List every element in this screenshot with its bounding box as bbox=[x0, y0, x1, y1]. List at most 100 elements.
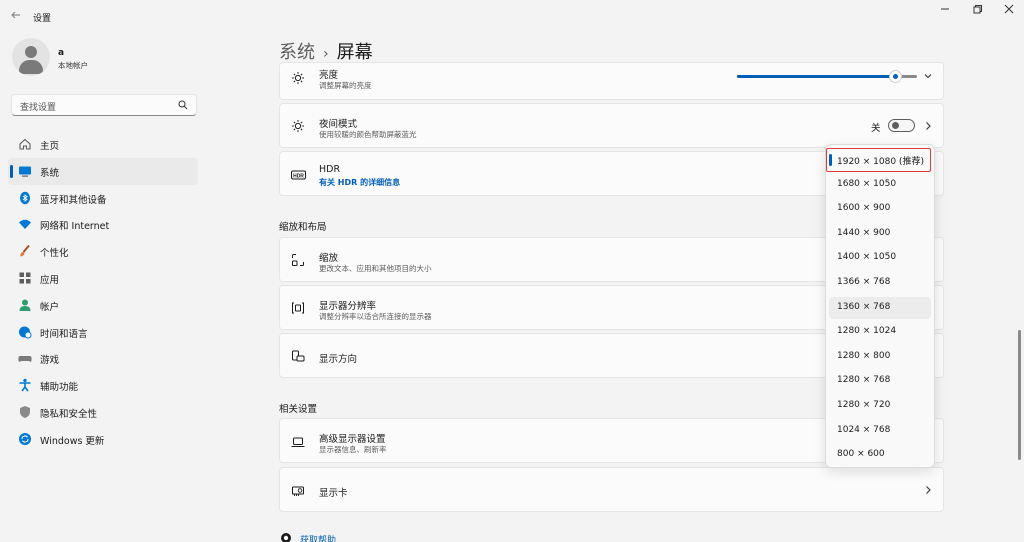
sidebar-item-home[interactable]: 主页 bbox=[8, 131, 198, 158]
maximize-button[interactable] bbox=[963, 4, 993, 18]
gamepad-icon bbox=[18, 356, 32, 363]
breadcrumb-parent[interactable]: 系统 bbox=[279, 42, 315, 63]
sidebar-item-label: 蓝牙和其他设备 bbox=[40, 194, 107, 206]
sidebar-item-privacy[interactable]: 隐私和安全性 bbox=[8, 399, 198, 426]
resolution-subtitle: 调整分辨率以适合所连接的显示器 bbox=[319, 312, 432, 321]
brightness-slider[interactable] bbox=[737, 70, 917, 83]
resolution-option-label: 1600 × 900 bbox=[837, 203, 891, 214]
resolution-option[interactable]: 800 × 600 bbox=[829, 444, 931, 466]
home-icon bbox=[19, 138, 31, 150]
resolution-option-label: 1366 × 768 bbox=[837, 277, 891, 287]
chevron-down-icon[interactable] bbox=[923, 71, 933, 81]
brightness-title: 亮度 bbox=[319, 70, 339, 81]
resolution-option[interactable]: 1680 × 1050 bbox=[829, 174, 931, 196]
sidebar-item-label: 主页 bbox=[40, 141, 60, 152]
resolution-option[interactable]: 1600 × 900 bbox=[829, 198, 931, 220]
resolution-option-label: 1280 × 720 bbox=[837, 400, 891, 410]
accessibility-icon bbox=[19, 378, 31, 392]
search-icon bbox=[178, 100, 188, 110]
sidebar-item-gaming[interactable]: 游戏 bbox=[8, 345, 198, 372]
brush-icon bbox=[20, 245, 30, 257]
close-button[interactable] bbox=[994, 4, 1024, 18]
sidebar-item-label: 游戏 bbox=[40, 355, 60, 367]
scale-title: 缩放 bbox=[319, 253, 339, 264]
resolution-option-label: 1280 × 768 bbox=[837, 375, 891, 386]
resolution-option[interactable]: 1400 × 1050 bbox=[829, 247, 931, 269]
brightness-card[interactable]: 亮度 调整屏幕的亮度 bbox=[279, 62, 944, 100]
person-icon bbox=[19, 299, 31, 311]
night-light-card[interactable]: 夜间模式 使用较暖的颜色帮助屏蔽蓝光 bbox=[279, 103, 944, 148]
scale-layout-heading: 缩放和布局 bbox=[279, 222, 327, 233]
advanced-display-subtitle: 显示器信息、刷新率 bbox=[319, 445, 387, 454]
sidebar-item-apps[interactable]: 应用 bbox=[8, 265, 198, 292]
resolution-option[interactable]: 1366 × 768 bbox=[829, 272, 931, 294]
night-light-subtitle: 使用较暖的颜色帮助屏蔽蓝光 bbox=[319, 130, 417, 139]
scrollbar[interactable] bbox=[1018, 330, 1021, 460]
scale-icon bbox=[292, 254, 304, 266]
resolution-option[interactable]: 1024 × 768 bbox=[829, 420, 931, 442]
resolution-option-label: 1360 × 768 bbox=[837, 301, 891, 312]
minimize-button[interactable] bbox=[930, 4, 960, 18]
sidebar-item-system[interactable]: 系统 bbox=[8, 157, 198, 185]
chevron-right-icon[interactable] bbox=[924, 485, 932, 495]
night-light-toggle[interactable] bbox=[888, 119, 915, 132]
night-light-state-label: 关 bbox=[871, 123, 881, 134]
globe-clock-icon bbox=[19, 326, 32, 339]
brightness-subtitle: 调整屏幕的亮度 bbox=[319, 81, 372, 90]
sidebar-item-bluetooth[interactable]: 蓝牙和其他设备 bbox=[8, 185, 198, 212]
annotation-highlight-box bbox=[826, 148, 931, 172]
sidebar-item-label: 帐户 bbox=[40, 301, 60, 313]
title-bar: 设置 bbox=[0, 0, 1024, 32]
sidebar-item-accessibility[interactable]: 辅助功能 bbox=[8, 372, 198, 399]
orientation-icon bbox=[292, 350, 305, 362]
night-light-icon bbox=[292, 120, 304, 132]
search-input[interactable]: 查找设置 bbox=[11, 94, 197, 116]
get-help-label: 获取帮助 bbox=[300, 536, 337, 542]
resolution-option[interactable]: 1360 × 768 bbox=[829, 296, 931, 319]
sidebar-nav: 主页 系统 蓝牙和其他设备 网络和 Internet 个性化 应用 帐户 时间和… bbox=[8, 131, 198, 453]
active-indicator bbox=[10, 164, 13, 178]
resolution-option-label: 1280 × 1024 bbox=[837, 326, 897, 337]
arrow-left-icon bbox=[11, 11, 20, 19]
window-title: 设置 bbox=[33, 14, 52, 24]
resolution-option[interactable]: 1440 × 900 bbox=[829, 223, 931, 245]
graphics-title: 显示卡 bbox=[319, 488, 348, 499]
resolution-option[interactable]: 1280 × 720 bbox=[829, 395, 931, 417]
sidebar-item-label: 辅助功能 bbox=[40, 382, 79, 394]
hdr-learn-more-link[interactable]: 有关 HDR 的详细信息 bbox=[319, 177, 400, 188]
sidebar-item-accounts[interactable]: 帐户 bbox=[8, 292, 198, 319]
resolution-option[interactable]: 1280 × 768 bbox=[829, 370, 931, 392]
close-icon bbox=[1004, 4, 1014, 14]
profile-account-type: 本地帐户 bbox=[58, 61, 88, 70]
sidebar-item-label: 个性化 bbox=[40, 248, 69, 260]
maximize-icon bbox=[973, 5, 982, 14]
sidebar-item-label: 应用 bbox=[40, 274, 60, 286]
toggle-knob bbox=[892, 122, 899, 129]
wifi-icon bbox=[19, 220, 31, 230]
resolution-dropdown[interactable]: 1920 × 1080 (推荐) 1680 × 1050 1600 × 900 144… bbox=[825, 144, 935, 468]
profile-name: a bbox=[58, 48, 65, 58]
sidebar-item-label: 系统 bbox=[40, 167, 60, 179]
chevron-right-icon[interactable] bbox=[924, 121, 932, 131]
sidebar-item-personalization[interactable]: 个性化 bbox=[8, 238, 198, 265]
sidebar-item-time-language[interactable]: 时间和语言 bbox=[8, 319, 198, 346]
back-button[interactable] bbox=[8, 9, 24, 23]
sidebar-item-label: 网络和 Internet bbox=[40, 221, 110, 233]
resolution-option-label: 1440 × 900 bbox=[837, 227, 891, 238]
sidebar-item-network[interactable]: 网络和 Internet bbox=[8, 211, 198, 238]
resolution-option[interactable]: 1280 × 1024 bbox=[829, 321, 931, 343]
brightness-slider-fill bbox=[737, 75, 896, 78]
update-icon bbox=[19, 432, 31, 445]
sidebar-item-windows-update[interactable]: Windows 更新 bbox=[8, 426, 198, 453]
orientation-title: 显示方向 bbox=[319, 354, 358, 365]
breadcrumb-separator: › bbox=[323, 46, 329, 62]
resolution-option[interactable]: 1280 × 800 bbox=[829, 346, 931, 368]
svg-text:HDR: HDR bbox=[293, 173, 304, 179]
avatar[interactable] bbox=[12, 38, 50, 76]
resolution-option-label: 1400 × 1050 bbox=[837, 252, 897, 263]
graphics-card[interactable]: 显示卡 bbox=[279, 467, 944, 512]
night-light-title: 夜间模式 bbox=[319, 119, 358, 130]
graphics-card-icon bbox=[292, 486, 304, 496]
sidebar-item-label: 隐私和安全性 bbox=[40, 408, 98, 420]
sidebar-item-label: 时间和语言 bbox=[40, 328, 88, 340]
